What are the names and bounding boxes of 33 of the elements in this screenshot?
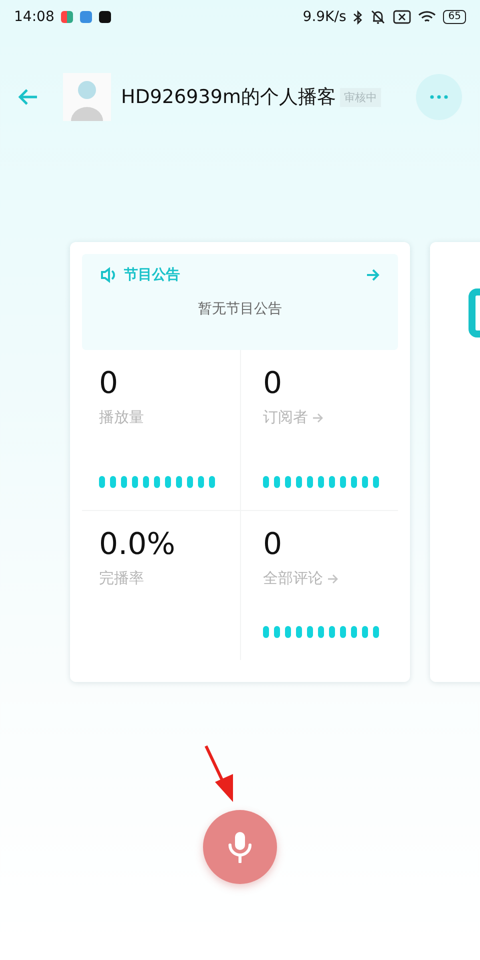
more-button[interactable]	[416, 74, 462, 120]
speaker-icon	[100, 267, 118, 283]
avatar	[63, 73, 111, 121]
stat-value: 0	[99, 366, 120, 402]
review-status-badge: 审核中	[340, 88, 381, 106]
podcast-title: HD926939m的个人播客	[121, 85, 336, 110]
arrow-right-icon	[366, 269, 380, 281]
more-icon	[430, 95, 448, 99]
wifi-icon	[418, 10, 436, 24]
app-icon	[80, 11, 92, 23]
stat-label: 完播率	[99, 569, 144, 588]
notice-empty-text: 暂无节目公告	[198, 300, 282, 318]
stat-label: 播放量	[99, 408, 144, 427]
notice-panel[interactable]: 节目公告 暂无节目公告	[82, 254, 398, 350]
muted-bell-icon	[370, 9, 386, 25]
network-speed: 9.9K/s	[302, 9, 346, 25]
microphone-icon	[227, 831, 253, 863]
arrow-right-icon	[312, 412, 324, 422]
record-button[interactable]	[203, 810, 277, 884]
stat-value: 0.0%	[99, 527, 176, 563]
status-time: 14:08	[14, 9, 54, 25]
sim-icon	[393, 10, 412, 24]
app-icon	[61, 11, 74, 23]
stat-value: 0	[263, 366, 284, 402]
notice-title: 节目公告	[124, 266, 180, 284]
arrow-right-icon	[327, 574, 339, 584]
battery-indicator: 65	[443, 10, 466, 24]
app-icon	[99, 11, 112, 23]
stat-label[interactable]: 全部评论	[263, 569, 323, 588]
bluetooth-icon	[353, 10, 364, 24]
bracket-icon	[468, 288, 480, 338]
stat-value: 0	[263, 527, 284, 563]
stat-label[interactable]: 订阅者	[263, 408, 308, 427]
